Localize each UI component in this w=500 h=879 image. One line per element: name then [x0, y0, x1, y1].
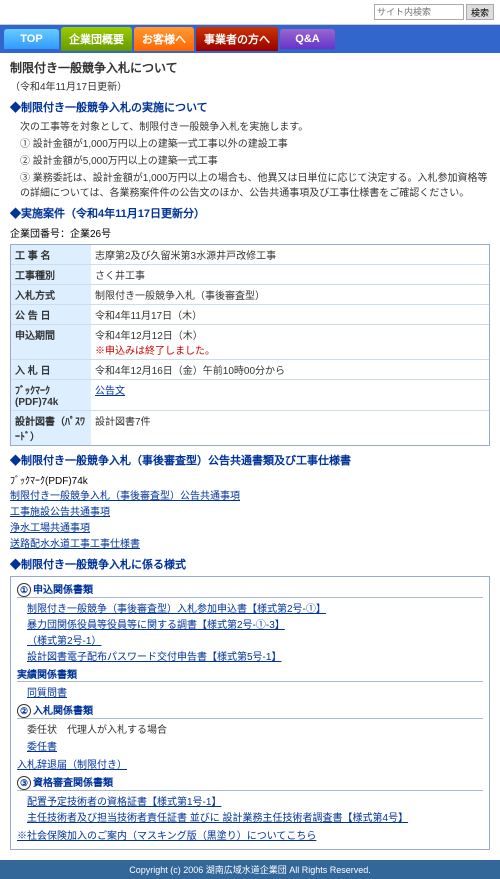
value-koujimei: 志摩第2及び久留米第3水源井戸改修工事	[91, 245, 489, 264]
section2-title: ◆実施案件（令和4年11月17日更新分）	[10, 205, 490, 221]
link-ininjo[interactable]: 委任書	[27, 738, 483, 753]
section3-title: ◆制限付き一般競争入札（事後審査型）公告共通書類及び工事仕様書	[10, 452, 490, 468]
group-title-shikaku: ③資格審査関係書類	[17, 774, 483, 791]
value-moushikomi: 令和4年12月12日（木） ※申込みは終了しました。	[91, 325, 489, 359]
form-section: ①申込関係書類 制限付き一般競争（事後審査型）入札参加申込書【様式第2号-①】 …	[10, 576, 490, 850]
bullet-item-2: ② 設計金額が5,000万円以上の建築一式工事	[20, 152, 490, 167]
section4-title: ◆制限付き一般競争入札に係る様式	[10, 556, 490, 572]
bullet-item-0: 次の工事等を対象として、制限付き一般競争入札を実施します。	[20, 118, 490, 133]
group-title-shinsei: ①申込関係書類	[17, 581, 483, 598]
detail-row-moushikomi: 申込期間 令和4年12月12日（木） ※申込みは終了しました。	[11, 325, 489, 360]
section3-links: ﾌﾞｯｸﾏｰｸ(PDF)74k 制限付き一般競争入札（事後審査型）公告共通事項 …	[10, 472, 490, 550]
form-group-nyusatsu: ②入札関係書類 委任状 代理人が入札する場合 委任書	[17, 702, 483, 753]
nav-item-okyaku[interactable]: お客様へ	[134, 27, 194, 51]
detail-row-sekkei: 設計図書（ﾊﾟｽﾜｰﾄﾞ） 設計図書7件	[11, 411, 489, 445]
search-button[interactable]: 検索	[466, 4, 494, 20]
page-subtitle: （令和4年11月17日更新）	[10, 78, 490, 93]
detail-row-bookmark: ﾌﾞｯｸﾏｰｸ(PDF)74k 公告文	[11, 380, 489, 411]
page-title: 制限付き一般競争入札について	[10, 59, 490, 76]
link-jissen-1[interactable]: 同質問書	[27, 684, 483, 699]
link-shinsei-3[interactable]: （様式第2号-1）	[27, 632, 483, 647]
link-hoken[interactable]: ※社会保険加入のご案内（マスキング版（黒塗り）についてこちら	[17, 827, 483, 842]
footer-text: Copyright (c) 2006 湖南広域水道企業団 All Rights …	[129, 865, 371, 875]
detail-row-shubetsu: 工事種別 さく井工事	[11, 265, 489, 285]
group-title-jissen: 実績関係書類	[17, 666, 483, 682]
nav-item-jigyou[interactable]: 事業者の方へ	[196, 27, 278, 51]
bullet-section: 次の工事等を対象として、制限付き一般競争入札を実施します。 ① 設計金額が1,0…	[20, 118, 490, 199]
detail-row-koujimei: 工 事 名 志摩第2及び久留米第3水源井戸改修工事	[11, 245, 489, 265]
detail-table: 工 事 名 志摩第2及び久留米第3水源井戸改修工事 工事種別 さく井工事 入札方…	[10, 244, 490, 446]
bullet-item-3: ③ 業務委託は、設計金額が1,000万円以上の場合も、他異又は日単位に応じて決定…	[20, 169, 490, 199]
link-jousui[interactable]: 浄水工場共通事項	[10, 519, 490, 534]
detail-row-nyusatsu-date: 入 札 日 令和4年12月16日（金）午前10時00分から	[11, 360, 489, 380]
form-group-shikaku: ③資格審査関係書類 配置予定技術者の資格証書【様式第1号-1】 主任技術者及び担…	[17, 774, 483, 824]
form-group-hoken: ※社会保険加入のご案内（マスキング版（黒塗り）についてこちら	[17, 827, 483, 842]
link-kokoku-bun[interactable]: 公告文	[95, 386, 125, 397]
section3-bookmark-label: ﾌﾞｯｸﾏｰｸ(PDF)74k	[10, 476, 88, 487]
link-kouji-shisetsu[interactable]: 工事施設公告共通事項	[10, 503, 490, 518]
value-nyusatsu-date: 令和4年12月16日（金）午前10時00分から	[91, 360, 489, 379]
nininjou-note: 委任状 代理人が入札する場合	[27, 721, 483, 736]
label-koujimei: 工 事 名	[11, 245, 91, 264]
kiji-label: 企業団番号：企業26号	[10, 225, 490, 240]
nav-bar: TOP 企業団概要 お客様へ 事業者の方へ Q&A	[0, 25, 500, 53]
footer: Copyright (c) 2006 湖南広域水道企業団 All Rights …	[0, 860, 500, 879]
form-group-jihai: 入札辞退届（制限付き）	[17, 756, 483, 771]
value-bookmark: 公告文	[91, 380, 489, 410]
label-sekkei: 設計図書（ﾊﾟｽﾜｰﾄﾞ）	[11, 411, 91, 445]
search-box: 検索	[374, 4, 494, 20]
link-shikaku-1[interactable]: 配置予定技術者の資格証書【様式第1号-1】	[27, 793, 483, 808]
label-moushikomi: 申込期間	[11, 325, 91, 359]
form-group-shinsei: ①申込関係書類 制限付き一般競争（事後審査型）入札参加申込書【様式第2号-①】 …	[17, 581, 483, 663]
link-shinsei-4[interactable]: 設計図書電子配布パスワード交付申告書【様式第5号-1】	[27, 648, 483, 663]
jissen-items: 同質問書	[27, 684, 483, 699]
shinsei-items: 制限付き一般競争（事後審査型）入札参加申込書【様式第2号-①】 暴力団関係役員等…	[27, 600, 483, 663]
header: 検索	[0, 0, 500, 25]
label-nyusatsu-date: 入 札 日	[11, 360, 91, 379]
nav-item-top[interactable]: TOP	[4, 29, 59, 49]
nav-item-qa[interactable]: Q&A	[280, 29, 335, 49]
search-input[interactable]	[374, 4, 464, 20]
link-shinsei-1[interactable]: 制限付き一般競争（事後審査型）入札参加申込書【様式第2号-①】	[27, 600, 483, 615]
link-hairo[interactable]: 送路配水水道工事工事仕様書	[10, 535, 490, 550]
value-nyusatsu: 制限付き一般競争入札（事後審査型）	[91, 285, 489, 304]
circle-1: ①	[17, 583, 31, 597]
label-kokoku: 公 告 日	[11, 305, 91, 324]
form-group-jissen: 実績関係書類 同質問書	[17, 666, 483, 699]
value-kokoku: 令和4年11月17日（木）	[91, 305, 489, 324]
label-nyusatsu: 入札方式	[11, 285, 91, 304]
value-sekkei: 設計図書7件	[91, 411, 489, 445]
shikaku-items: 配置予定技術者の資格証書【様式第1号-1】 主任技術者及び担当技術者責任証書 並…	[27, 793, 483, 824]
circle-2: ②	[17, 704, 31, 718]
value-shubetsu: さく井工事	[91, 265, 489, 284]
page-wrapper: 検索 TOP 企業団概要 お客様へ 事業者の方へ Q&A 制限付き一般競争入札に…	[0, 0, 500, 879]
moushikomi-end-notice: ※申込みは終了しました。	[95, 346, 215, 357]
label-shubetsu: 工事種別	[11, 265, 91, 284]
label-bookmark: ﾌﾞｯｸﾏｰｸ(PDF)74k	[11, 380, 91, 410]
nyusatsu-items: 委任状 代理人が入札する場合 委任書	[27, 721, 483, 753]
link-shinsei-2[interactable]: 暴力団関係役員等役員等に関する調書【様式第2号-①-3】	[27, 616, 483, 631]
detail-row-nyusatsu: 入札方式 制限付き一般競争入札（事後審査型）	[11, 285, 489, 305]
bullet-item-1: ① 設計金額が1,000万円以上の建築一式工事以外の建設工事	[20, 135, 490, 150]
link-jihai[interactable]: 入札辞退届（制限付き）	[17, 756, 483, 771]
link-kyotsu-jikou[interactable]: 制限付き一般競争入札（事後審査型）公告共通事項	[10, 487, 490, 502]
main-content: 制限付き一般競争入札について （令和4年11月17日更新） ◆制限付き一般競争入…	[0, 53, 500, 860]
detail-row-kokoku: 公 告 日 令和4年11月17日（木）	[11, 305, 489, 325]
circle-3: ③	[17, 776, 31, 790]
link-shikaku-2[interactable]: 主任技術者及び担当技術者責任証書 並びに 設計業務主任技術者調査書【様式第4号】	[27, 809, 483, 824]
nav-item-kigyou[interactable]: 企業団概要	[61, 27, 132, 51]
group-title-nyusatsu: ②入札関係書類	[17, 702, 483, 719]
section1-title: ◆制限付き一般競争入札の実施について	[10, 99, 490, 115]
